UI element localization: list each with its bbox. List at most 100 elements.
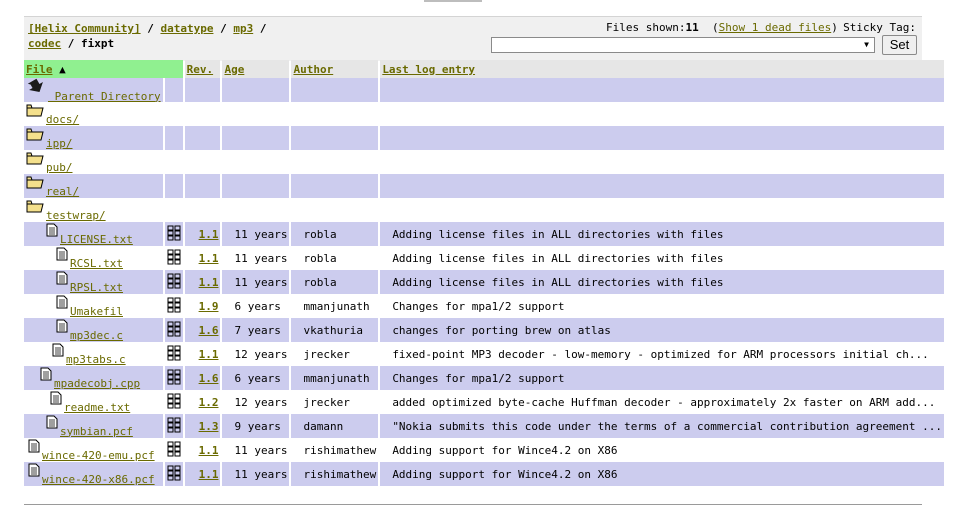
- column-header-rev[interactable]: Rev.: [184, 60, 221, 78]
- file-name-cell[interactable]: real/: [24, 174, 163, 198]
- log-text: Adding license files in ALL directories …: [392, 251, 724, 265]
- column-header-file[interactable]: File ▲: [24, 60, 183, 78]
- file-name-link[interactable]: readme.txt: [64, 401, 130, 414]
- revision-link[interactable]: 1.9: [199, 300, 219, 313]
- file-name-cell[interactable]: mp3dec.c: [24, 318, 163, 342]
- file-name-cell[interactable]: mp3tabs.c: [24, 342, 163, 366]
- view-diff-icon[interactable]: [167, 441, 181, 460]
- file-name-link[interactable]: docs/: [46, 113, 79, 126]
- file-name-link[interactable]: RCSL.txt: [70, 257, 123, 270]
- file-name-link[interactable]: LICENSE.txt: [60, 233, 133, 246]
- file-name-cell[interactable]: RCSL.txt: [24, 246, 163, 270]
- view-cell: [164, 438, 183, 462]
- revision-cell: [184, 102, 221, 126]
- revision-link[interactable]: 1.1: [199, 444, 219, 457]
- breadcrumb-current: fixpt: [81, 37, 115, 50]
- file-name-cell[interactable]: testwrap/: [24, 198, 163, 222]
- header-bar: [Helix Community] / datatype / mp3 / cod…: [24, 16, 922, 61]
- file-name-cell[interactable]: Umakefil: [24, 294, 163, 318]
- view-diff-icon[interactable]: [167, 225, 181, 244]
- log-cell: Adding license files in ALL directories …: [380, 270, 944, 294]
- file-name-link[interactable]: Umakefil: [70, 305, 123, 318]
- view-diff-icon[interactable]: [167, 465, 181, 484]
- author-text: mmanjunath: [303, 371, 370, 385]
- file-name-cell[interactable]: readme.txt: [24, 390, 163, 414]
- file-name-cell[interactable]: wince-420-emu.pcf: [24, 438, 163, 462]
- revision-link[interactable]: 1.1: [199, 252, 219, 265]
- revision-cell: 1.1: [184, 246, 221, 270]
- view-diff-icon[interactable]: [167, 417, 181, 436]
- view-diff-icon[interactable]: [167, 369, 181, 388]
- breadcrumb-root[interactable]: [Helix Community]: [28, 22, 141, 35]
- file-name-link[interactable]: Parent Directory: [48, 90, 161, 103]
- file-name-cell[interactable]: RPSL.txt: [24, 270, 163, 294]
- revision-cell: [184, 126, 221, 150]
- file-name-link[interactable]: pub/: [46, 161, 73, 174]
- age-text: 11 years: [234, 251, 288, 265]
- revision-link[interactable]: 1.1: [199, 276, 219, 289]
- age-text: 6 years: [234, 299, 281, 313]
- column-header-log[interactable]: Last log entry: [380, 60, 944, 78]
- file-text-icon: [50, 391, 62, 408]
- file-name-link[interactable]: mp3dec.c: [70, 329, 123, 342]
- log-cell: Adding support for Wince4.2 on X86: [380, 438, 944, 462]
- file-name-link[interactable]: mp3tabs.c: [66, 353, 126, 366]
- file-name-link[interactable]: symbian.pcf: [60, 425, 133, 438]
- view-diff-icon[interactable]: [167, 297, 181, 316]
- column-header-author[interactable]: Author: [291, 60, 379, 78]
- author-cell: mmanjunath: [291, 294, 379, 318]
- show-dead-files-link[interactable]: Show 1 dead files: [719, 21, 832, 34]
- breadcrumb-codec[interactable]: codec: [28, 37, 61, 50]
- file-name-cell[interactable]: Parent Directory: [24, 78, 163, 103]
- view-cell: [164, 318, 183, 342]
- revision-link[interactable]: 1.3: [199, 420, 219, 433]
- file-name-link[interactable]: testwrap/: [46, 209, 106, 222]
- file-name-link[interactable]: real/: [46, 185, 79, 198]
- revision-link[interactable]: 1.6: [199, 372, 219, 385]
- revision-link[interactable]: 1.6: [199, 324, 219, 337]
- table-row: pub/: [24, 150, 944, 174]
- revision-link[interactable]: 1.1: [199, 228, 219, 241]
- revision-cell: [184, 174, 221, 198]
- file-name-cell[interactable]: wince-420-x86.pcf: [24, 462, 163, 486]
- view-diff-icon[interactable]: [167, 273, 181, 292]
- file-name-cell[interactable]: docs/: [24, 102, 163, 126]
- file-name-cell[interactable]: mpadecobj.cpp: [24, 366, 163, 390]
- breadcrumb-datatype[interactable]: datatype: [160, 22, 213, 35]
- log-cell: Adding license files in ALL directories …: [380, 246, 944, 270]
- column-header-age[interactable]: Age: [222, 60, 290, 78]
- log-cell: Adding license files in ALL directories …: [380, 222, 944, 246]
- view-diff-icon[interactable]: [167, 321, 181, 340]
- log-text: Adding support for Wince4.2 on X86: [392, 467, 618, 481]
- view-diff-icon[interactable]: [167, 393, 181, 412]
- view-cell: [164, 366, 183, 390]
- set-button[interactable]: Set: [882, 35, 917, 55]
- file-text-icon: [46, 415, 58, 432]
- author-cell: [291, 78, 379, 102]
- file-name-link[interactable]: mpadecobj.cpp: [54, 377, 140, 390]
- file-name-cell[interactable]: LICENSE.txt: [24, 222, 163, 246]
- view-diff-icon[interactable]: [167, 345, 181, 364]
- breadcrumb-mp3[interactable]: mp3: [233, 22, 253, 35]
- files-shown-count: 11: [685, 21, 699, 34]
- revision-link[interactable]: 1.1: [199, 348, 219, 361]
- author-text: damann: [303, 419, 344, 433]
- file-name-cell[interactable]: pub/: [24, 150, 163, 174]
- file-name-cell[interactable]: symbian.pcf: [24, 414, 163, 438]
- log-text: Adding license files in ALL directories …: [392, 275, 724, 289]
- age-cell: 6 years: [222, 366, 290, 390]
- revision-link[interactable]: 1.1: [199, 468, 219, 481]
- file-listing-table: File ▲ Rev. Age Author Last log entry Pa…: [22, 60, 946, 486]
- sticky-tag-select[interactable]: ▼: [491, 37, 875, 53]
- file-name-link[interactable]: RPSL.txt: [70, 281, 123, 294]
- author-cell: jrecker: [291, 342, 379, 366]
- revision-link[interactable]: 1.2: [199, 396, 219, 409]
- file-name-link[interactable]: ipp/: [46, 137, 73, 150]
- breadcrumb-separator: /: [259, 22, 267, 35]
- view-diff-icon[interactable]: [167, 249, 181, 268]
- file-name-link[interactable]: wince-420-emu.pcf: [42, 449, 155, 462]
- file-name-link[interactable]: wince-420-x86.pcf: [42, 473, 155, 486]
- file-name-cell[interactable]: ipp/: [24, 126, 163, 150]
- sticky-tag-label: Sticky Tag:: [843, 21, 916, 34]
- age-cell: 11 years: [222, 246, 290, 270]
